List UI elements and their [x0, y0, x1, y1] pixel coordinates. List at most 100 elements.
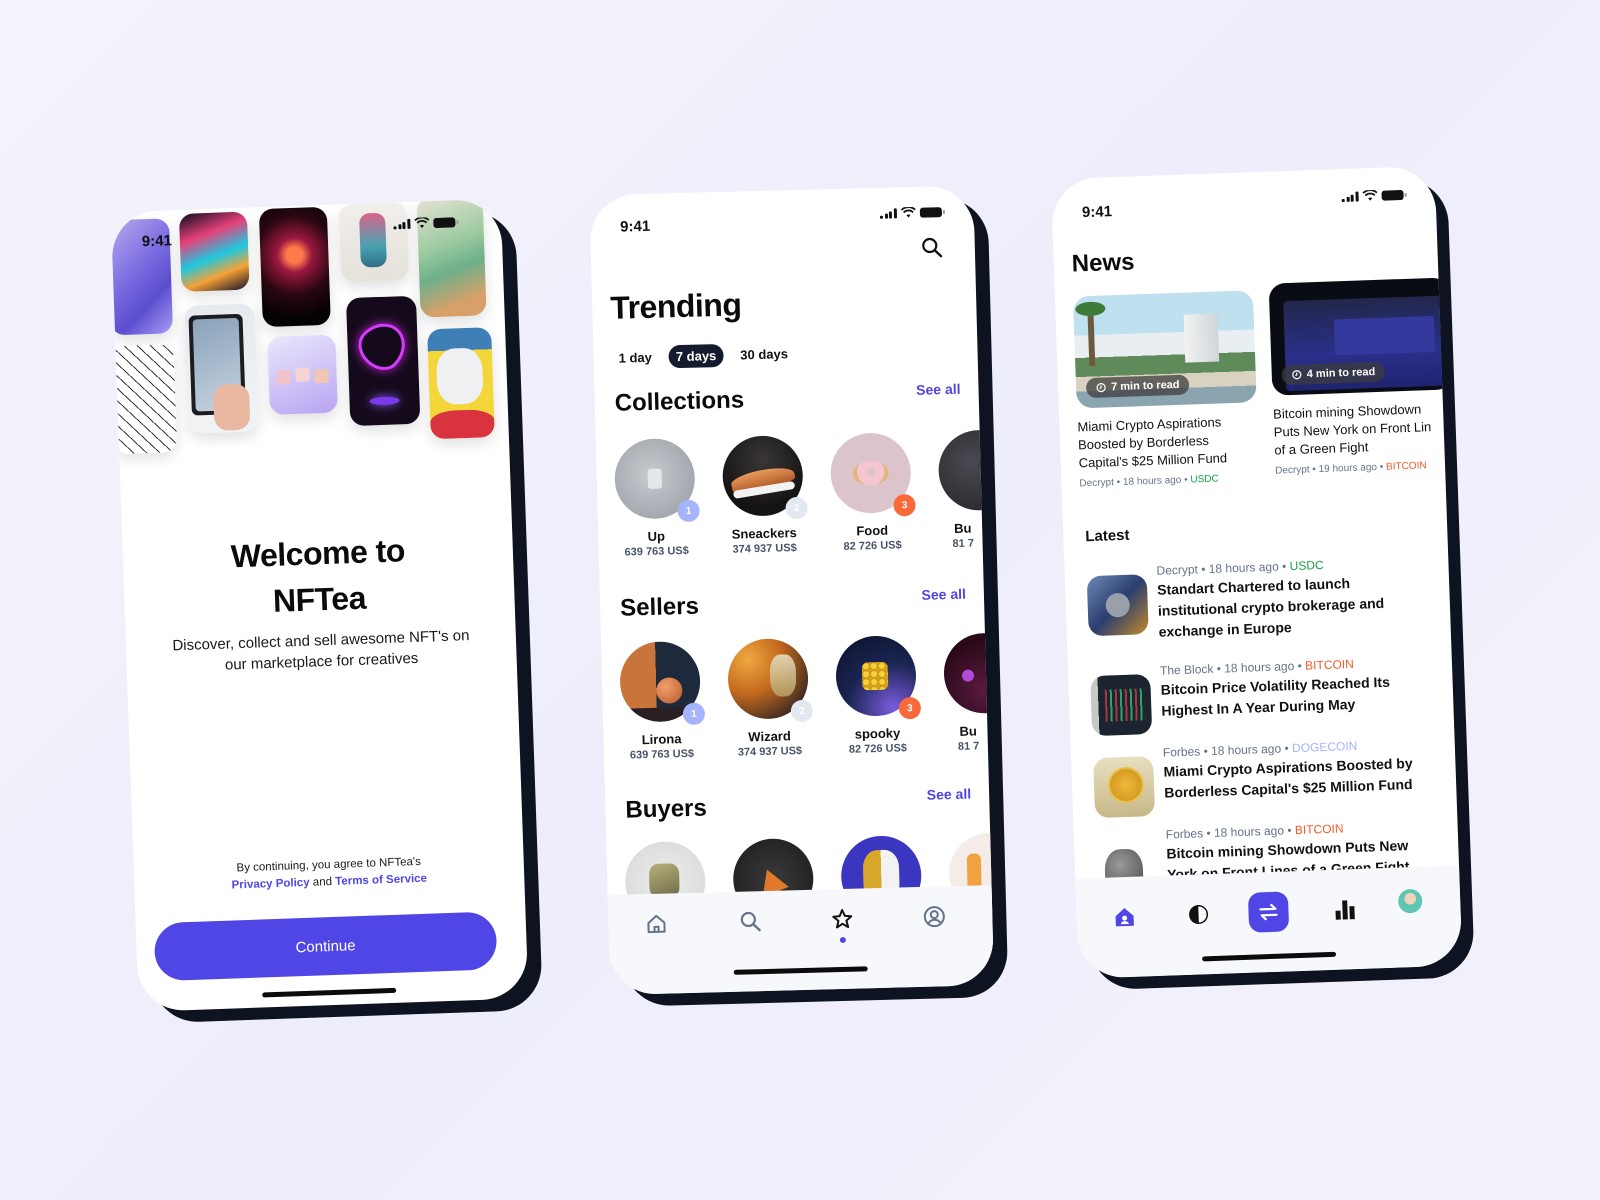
tab-30-days[interactable]: 30 days: [733, 342, 795, 367]
news-tag[interactable]: USDC: [1289, 558, 1323, 573]
seller-name: Lirona: [641, 731, 682, 748]
read-time-text: 7 min to read: [1110, 378, 1180, 394]
news-tag[interactable]: BITCOIN: [1295, 821, 1344, 837]
latest-news-item[interactable]: The Block • 18 hours ago • BITCOIN Bitco…: [1090, 654, 1432, 737]
star-icon[interactable]: [830, 907, 855, 932]
collections-list: 1 Up 639 763 US$ 2 Sneackers 374 937 US$…: [613, 429, 995, 559]
signal-icon: [1341, 191, 1359, 202]
signal-icon: [393, 218, 411, 229]
home-icon[interactable]: [644, 912, 669, 937]
avatar[interactable]: [1397, 888, 1423, 914]
gallery-tile-tablet: [184, 303, 259, 434]
separator: •: [1284, 741, 1289, 756]
wifi-icon: [1361, 189, 1377, 201]
collection-item[interactable]: 1 Up 639 763 US$: [613, 437, 700, 559]
rank-badge: 2: [785, 496, 808, 520]
news-time: 18 hours ago: [1208, 559, 1280, 576]
seller-item[interactable]: 3 spooky 82 726 US$: [834, 635, 922, 756]
news-time: 19 hours ago: [1318, 462, 1378, 476]
status-icons: [879, 206, 942, 219]
latest-section-title: Latest: [1085, 526, 1130, 546]
featured-news-card[interactable]: 7 min to read Miami Crypto Aspirations B…: [1072, 290, 1260, 490]
separator: •: [1312, 464, 1317, 476]
read-time-badge: 7 min to read: [1085, 374, 1190, 399]
bottom-tab-bar: [1075, 865, 1463, 979]
home-icon[interactable]: [1112, 905, 1137, 930]
separator: •: [1287, 823, 1292, 838]
sellers-title: Sellers: [619, 592, 700, 622]
separator: •: [1200, 562, 1206, 577]
battery-icon: [432, 216, 456, 228]
news-headline: Bitcoin mining Showdown Puts New York on…: [1272, 401, 1432, 458]
collection-value: 374 937 US$: [732, 542, 797, 556]
news-tag[interactable]: USDC: [1190, 474, 1219, 486]
seller-value: 374 937 US$: [737, 744, 803, 759]
status-time: 9:41: [619, 217, 651, 236]
featured-news-card[interactable]: 4 min to read Bitcoin mining Showdown Pu…: [1268, 277, 1456, 477]
sellers-see-all-link[interactable]: See all: [921, 586, 966, 603]
collection-value: 82 726 US$: [843, 539, 902, 553]
welcome-phone: 9:41 Welcome to NFTea Discover, collect …: [110, 198, 544, 1032]
buyers-title: Buyers: [625, 794, 708, 824]
terms-notice: By continuing, you agree to NFTea's Priv…: [174, 852, 485, 897]
news-tag[interactable]: BITCOIN: [1305, 657, 1354, 673]
latest-news-item[interactable]: Decrypt • 18 hours ago • USDC Standart C…: [1086, 554, 1429, 645]
welcome-screen: 9:41 Welcome to NFTea Discover, collect …: [110, 198, 529, 1012]
collections-see-all-link[interactable]: See all: [916, 381, 961, 398]
collection-item[interactable]: 3 Food 82 726 US$: [829, 432, 916, 553]
separator: •: [1203, 744, 1209, 759]
news-source: Decrypt: [1274, 464, 1310, 477]
pie-chart-icon[interactable]: [1186, 902, 1211, 927]
latest-news-item[interactable]: Forbes • 18 hours ago • DOGECOIN Miami C…: [1093, 736, 1435, 819]
news-time: 18 hours ago: [1122, 474, 1182, 488]
rank-badge: 1: [677, 499, 700, 523]
news-source: Forbes: [1162, 744, 1201, 760]
news-tag[interactable]: BITCOIN: [1386, 460, 1427, 472]
news-image: 7 min to read: [1072, 290, 1257, 409]
terms-of-service-link[interactable]: Terms of Service: [335, 873, 427, 888]
news-headline: Miami Crypto Aspirations Boosted by Bord…: [1077, 414, 1228, 471]
news-thumbnail: [1090, 674, 1153, 737]
tab-7-days[interactable]: 7 days: [668, 343, 724, 369]
news-headline: Miami Crypto Aspirations Boosted by Bord…: [1163, 754, 1413, 801]
bar-chart-icon[interactable]: [1332, 897, 1357, 922]
home-indicator: [733, 966, 868, 975]
active-tab-indicator: [839, 936, 846, 944]
collection-item[interactable]: 2 Sneackers 374 937 US$: [721, 434, 808, 556]
terms-and: and: [312, 876, 333, 889]
battery-icon: [1380, 189, 1404, 201]
seller-item[interactable]: 1 Lirona 639 763 US$: [619, 640, 706, 762]
separator: •: [1297, 658, 1303, 673]
separator: •: [1116, 476, 1121, 489]
seller-name: Wizard: [748, 728, 791, 745]
seller-name: Bu: [959, 723, 978, 739]
page-title: News: [1071, 248, 1135, 278]
search-icon[interactable]: [921, 236, 944, 259]
seller-value: 639 763 US$: [629, 747, 695, 762]
news-headline: Bitcoin Price Volatility Reached Its Hig…: [1160, 673, 1391, 719]
swap-button[interactable]: [1247, 891, 1290, 933]
tab-1-day[interactable]: 1 day: [611, 346, 659, 370]
wifi-icon: [900, 206, 916, 218]
gallery-tile-mask: [258, 206, 331, 328]
news-thumbnail: [1086, 574, 1149, 637]
news-time: 18 hours ago: [1223, 659, 1295, 676]
news-headline: Standart Chartered to launch institution…: [1156, 575, 1385, 640]
continue-button[interactable]: Continue: [153, 911, 498, 982]
swap-icon: [1259, 903, 1278, 921]
search-icon[interactable]: [738, 909, 763, 934]
separator: •: [1183, 474, 1188, 486]
privacy-policy-link[interactable]: Privacy Policy: [231, 877, 309, 892]
buyers-see-all-link[interactable]: See all: [927, 786, 972, 803]
welcome-subtitle: Discover, collect and sell awesome NFT's…: [172, 627, 470, 674]
news-phone: 9:41 News 7 min to read Miami Crypto Asp…: [1050, 165, 1479, 998]
news-source: Forbes: [1165, 826, 1204, 842]
collection-name: Food: [856, 522, 889, 539]
seller-item[interactable]: 2 Wizard 374 937 US$: [727, 637, 814, 759]
news-tag[interactable]: DOGECOIN: [1292, 739, 1358, 755]
seller-value: 82 726 US$: [848, 742, 908, 756]
gallery-tile-neon-heart: [345, 295, 421, 427]
profile-icon[interactable]: [922, 904, 947, 929]
news-meta: Decrypt • 18 hours ago • USDC: [1079, 472, 1259, 490]
separator: •: [1281, 559, 1287, 574]
